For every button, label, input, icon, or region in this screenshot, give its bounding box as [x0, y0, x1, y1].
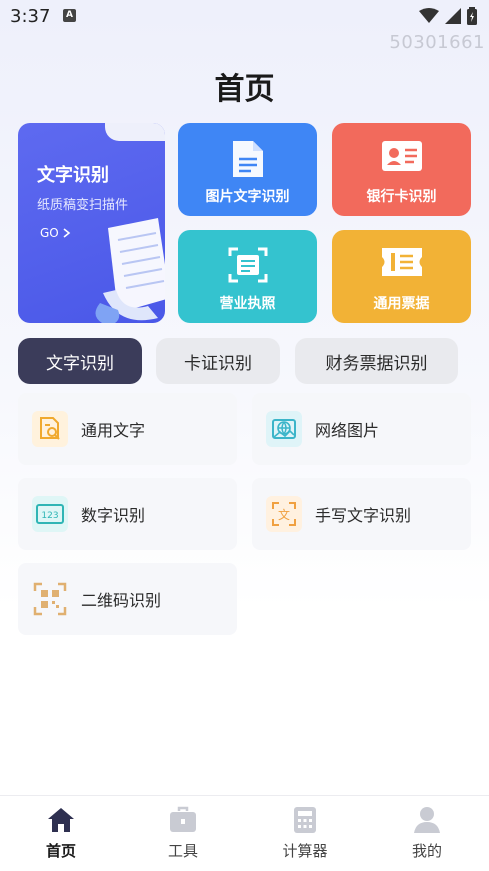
- hero-go-link[interactable]: GO: [40, 226, 71, 240]
- signal-icon: [445, 8, 461, 24]
- paper-scroll-icon: [95, 218, 165, 323]
- calculator-icon: [294, 807, 316, 833]
- home-icon: [48, 808, 74, 832]
- item-label: 网络图片: [315, 421, 380, 440]
- nav-profile[interactable]: 我的: [366, 796, 488, 871]
- hero-go-label: GO: [40, 226, 59, 240]
- bottom-nav: 首页 工具 计算器 我的: [0, 795, 489, 871]
- device-id: 50301661: [389, 32, 485, 53]
- nav-tools[interactable]: 工具: [122, 796, 244, 871]
- battery-icon: [467, 7, 477, 25]
- svg-text:123: 123: [41, 511, 58, 521]
- ticket-icon: [381, 248, 422, 276]
- nav-calculator[interactable]: 计算器: [244, 796, 366, 871]
- tile-business-license[interactable]: 营业执照: [178, 230, 317, 323]
- tile-bank-card-recognition[interactable]: 银行卡识别: [332, 123, 471, 216]
- hero-card-text-recognition[interactable]: 文字识别 纸质稿变扫描件 GO: [18, 123, 165, 323]
- status-icons: [419, 7, 477, 25]
- item-label: 通用文字: [81, 421, 146, 440]
- web-image-icon: [266, 411, 302, 447]
- tile-label: 通用票据: [373, 296, 430, 312]
- tile-image-text-recognition[interactable]: 图片文字识别: [178, 123, 317, 216]
- document-search-icon: [32, 411, 68, 447]
- item-web-image[interactable]: 网络图片: [252, 393, 471, 465]
- notification-a-icon: A: [63, 9, 76, 22]
- license-scan-icon: [228, 247, 267, 283]
- document-icon: [232, 141, 263, 177]
- handwriting-scan-icon: 文: [266, 496, 302, 532]
- tab-card-recognition[interactable]: 卡证识别: [156, 338, 280, 384]
- qrcode-icon: [32, 581, 68, 617]
- nav-home[interactable]: 首页: [0, 796, 122, 871]
- tile-label: 图片文字识别: [205, 189, 290, 205]
- tab-finance-receipt-recognition[interactable]: 财务票据识别: [295, 338, 458, 384]
- nav-label: 我的: [411, 842, 442, 860]
- status-time: 3:37: [10, 6, 51, 27]
- user-icon: [414, 807, 440, 833]
- tile-general-receipt[interactable]: 通用票据: [332, 230, 471, 323]
- page-title: 首页: [214, 72, 275, 107]
- chevron-right-icon: [63, 228, 71, 238]
- hero-title: 文字识别: [37, 165, 109, 186]
- toolbox-icon: [170, 806, 196, 832]
- nav-label: 工具: [167, 842, 198, 860]
- item-label: 数字识别: [81, 506, 146, 525]
- tab-text-recognition[interactable]: 文字识别: [18, 338, 142, 384]
- nav-label: 计算器: [282, 842, 328, 860]
- status-bar: 3:37 A 50301661: [0, 0, 489, 53]
- tile-label: 银行卡识别: [366, 189, 437, 205]
- tile-label: 营业执照: [219, 296, 276, 312]
- item-label: 二维码识别: [81, 591, 162, 610]
- item-general-text[interactable]: 通用文字: [18, 393, 237, 465]
- nav-label: 首页: [45, 842, 76, 860]
- number-123-icon: 123: [32, 496, 68, 532]
- item-handwriting-recognition[interactable]: 文 手写文字识别: [252, 478, 471, 550]
- card-notch: [105, 123, 165, 141]
- item-number-recognition[interactable]: 123 数字识别: [18, 478, 237, 550]
- item-label: 手写文字识别: [315, 506, 412, 525]
- item-qrcode-recognition[interactable]: 二维码识别: [18, 563, 237, 635]
- wifi-icon: [419, 8, 439, 23]
- id-card-icon: [381, 141, 422, 171]
- svg-text:文: 文: [278, 507, 290, 522]
- hero-subtitle: 纸质稿变扫描件: [37, 198, 129, 213]
